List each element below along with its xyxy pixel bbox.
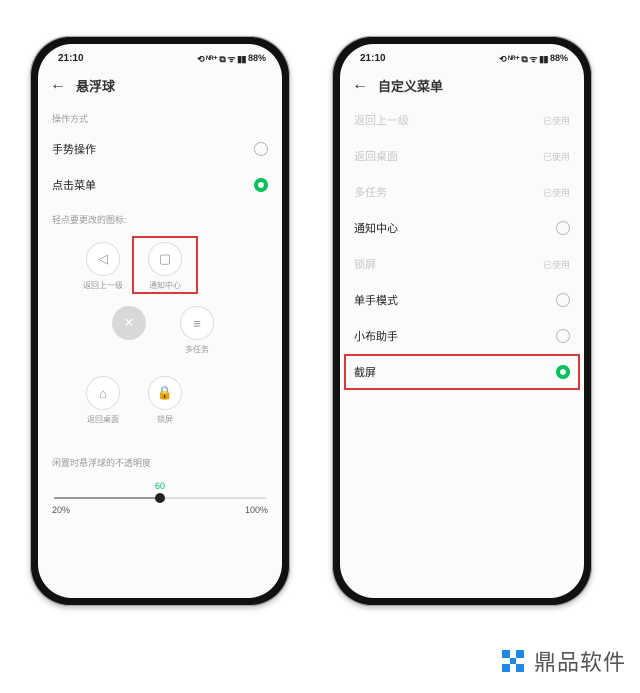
grid-multitask[interactable]: ≡ 多任务 [170, 306, 224, 355]
multitask-icon: ≡ [180, 306, 214, 340]
watermark: 鼎品软件 [498, 645, 626, 677]
grid-home-label: 返回桌面 [76, 414, 130, 425]
phone-mockup-right: 21:10 ⟲ ᴺᴿ⁺ ⧉ ᯤ ▮▮ 88% ← 自定义菜单 返回上一级已使用返… [332, 36, 592, 606]
status-time: 21:10 [58, 53, 84, 64]
radio-unselected-icon [556, 293, 570, 307]
grid-notify[interactable]: ▢ 通知中心 [138, 242, 192, 291]
list-item-label: 返回上一级 [354, 112, 409, 128]
page-title: 悬浮球 [76, 76, 115, 95]
home-icon: ⌂ [86, 376, 120, 410]
list-item-label: 多任务 [354, 184, 387, 200]
radio-selected-icon [254, 178, 268, 192]
page-title: 自定义菜单 [378, 76, 443, 95]
option-gesture[interactable]: 手势操作 [38, 131, 282, 167]
brand-text: 鼎品软件 [534, 645, 626, 677]
status-icons: ⟲ ᴺᴿ⁺ ⧉ ᯤ ▮▮ [499, 52, 548, 65]
status-bar: 21:10 ⟲ ᴺᴿ⁺ ⧉ ᯤ ▮▮ 88% [340, 44, 584, 68]
section-icons-label: 轻点要更改的图标: [38, 203, 282, 232]
slider-value: 60 [155, 481, 165, 491]
used-hint: 已使用 [543, 186, 570, 199]
list-item-label: 通知中心 [354, 220, 398, 236]
option-tapmenu[interactable]: 点击菜单 [38, 167, 282, 203]
grid-multitask-label: 多任务 [170, 344, 224, 355]
status-battery-pct: 88% [248, 53, 266, 63]
list-item[interactable]: 通知中心 [340, 210, 584, 246]
brand-logo-icon [498, 646, 528, 676]
status-time: 21:10 [360, 53, 386, 64]
list-item-label: 小布助手 [354, 328, 398, 344]
screen-right: 21:10 ⟲ ᴺᴿ⁺ ⧉ ᯤ ▮▮ 88% ← 自定义菜单 返回上一级已使用返… [340, 44, 584, 598]
list-item: 返回桌面 已使用 [340, 138, 584, 174]
list-item-label: 截屏 [354, 364, 376, 380]
radio-unselected-icon [556, 329, 570, 343]
status-icons: ⟲ ᴺᴿ⁺ ⧉ ᯤ ▮▮ [197, 52, 246, 65]
list-item: 多任务 已使用 [340, 174, 584, 210]
back-icon[interactable]: ← [50, 77, 66, 93]
grid-back-label: 返回上一级 [76, 280, 130, 291]
section-mode-label: 操作方式 [38, 102, 282, 131]
slider-max: 100% [245, 505, 268, 515]
lock-icon: 🔒 [148, 376, 182, 410]
opacity-slider[interactable]: 60 20% 100% [38, 481, 282, 523]
option-gesture-label: 手势操作 [52, 141, 96, 157]
list-item: 返回上一级 已使用 [340, 102, 584, 138]
slider-label: 闲置时悬浮球的不透明度 [38, 446, 282, 475]
grid-lock-label: 锁屏 [138, 414, 192, 425]
menu-list: 返回上一级已使用返回桌面已使用多任务已使用通知中心锁屏已使用单手模式小布助手截屏 [340, 102, 584, 598]
list-item[interactable]: 截屏 [340, 354, 584, 390]
grid-back[interactable]: ◁ 返回上一级 [76, 242, 130, 291]
used-hint: 已使用 [543, 258, 570, 271]
radio-unselected-icon [254, 142, 268, 156]
grid-home[interactable]: ⌂ 返回桌面 [76, 376, 130, 425]
grid-close[interactable]: ✕ [102, 306, 156, 344]
used-hint: 已使用 [543, 150, 570, 163]
phone-mockup-left: 21:10 ⟲ ᴺᴿ⁺ ⧉ ᯤ ▮▮ 88% ← 悬浮球 操作方式 手势操作 点… [30, 36, 290, 606]
option-tapmenu-label: 点击菜单 [52, 177, 96, 193]
list-item: 锁屏 已使用 [340, 246, 584, 282]
used-hint: 已使用 [543, 114, 570, 127]
header: ← 悬浮球 [38, 68, 282, 102]
triangle-back-icon: ◁ [86, 242, 120, 276]
grid-notify-label: 通知中心 [138, 280, 192, 291]
slider-min: 20% [52, 505, 70, 515]
close-icon: ✕ [112, 306, 146, 340]
list-item-label: 单手模式 [354, 292, 398, 308]
radio-selected-icon [556, 365, 570, 379]
list-item-label: 锁屏 [354, 256, 376, 272]
icon-grid: ◁ 返回上一级 ▢ 通知中心 ✕ ≡ 多任务 ⌂ 返回桌面 [52, 236, 268, 446]
slider-knob[interactable] [155, 493, 165, 503]
list-item[interactable]: 小布助手 [340, 318, 584, 354]
back-icon[interactable]: ← [352, 77, 368, 93]
notify-icon: ▢ [148, 242, 182, 276]
list-item-label: 返回桌面 [354, 148, 398, 164]
screen-left: 21:10 ⟲ ᴺᴿ⁺ ⧉ ᯤ ▮▮ 88% ← 悬浮球 操作方式 手势操作 点… [38, 44, 282, 598]
list-item[interactable]: 单手模式 [340, 282, 584, 318]
header: ← 自定义菜单 [340, 68, 584, 102]
status-bar: 21:10 ⟲ ᴺᴿ⁺ ⧉ ᯤ ▮▮ 88% [38, 44, 282, 68]
grid-lock[interactable]: 🔒 锁屏 [138, 376, 192, 425]
radio-unselected-icon [556, 221, 570, 235]
slider-fill [54, 497, 160, 499]
slider-track[interactable] [54, 497, 266, 499]
status-battery-pct: 88% [550, 53, 568, 63]
